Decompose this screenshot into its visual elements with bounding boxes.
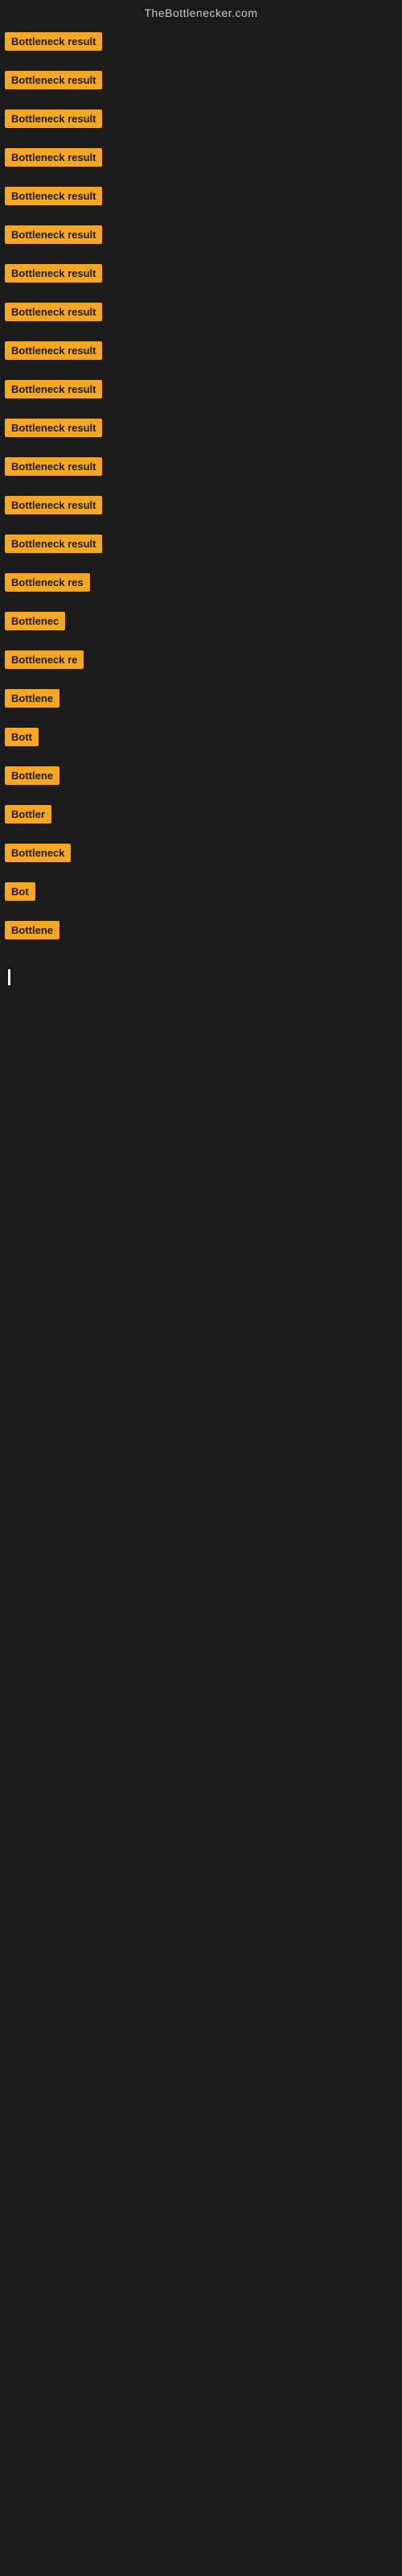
bottleneck-card-3[interactable]: Bottleneck result (5, 109, 102, 128)
bottleneck-card-16[interactable]: Bottlenec (5, 612, 65, 630)
card-row-1: Bottleneck result (0, 23, 402, 60)
bottleneck-card-13[interactable]: Bottleneck result (5, 496, 102, 514)
card-row-8: Bottleneck result (0, 293, 402, 330)
bottleneck-card-8[interactable]: Bottleneck result (5, 303, 102, 321)
card-row-19: Bott (0, 718, 402, 755)
bottleneck-card-18[interactable]: Bottlene (5, 689, 59, 708)
card-row-17: Bottleneck re (0, 641, 402, 678)
card-row-23: Bot (0, 873, 402, 910)
card-row-11: Bottleneck result (0, 409, 402, 446)
bottleneck-card-24[interactable]: Bottlene (5, 921, 59, 939)
bottleneck-card-7[interactable]: Bottleneck result (5, 264, 102, 283)
card-row-10: Bottleneck result (0, 370, 402, 407)
cards-container: Bottleneck result Bottleneck result Bottle… (0, 23, 402, 948)
card-row-3: Bottleneck result (0, 100, 402, 137)
site-title: TheBottlenecker.com (0, 0, 402, 23)
card-row-18: Bottlene (0, 679, 402, 716)
card-row-22: Bottleneck (0, 834, 402, 871)
bottleneck-card-5[interactable]: Bottleneck result (5, 187, 102, 205)
bottleneck-card-2[interactable]: Bottleneck result (5, 71, 102, 89)
bottleneck-card-20[interactable]: Bottlene (5, 766, 59, 785)
bottleneck-card-21[interactable]: Bottler (5, 805, 51, 824)
bottleneck-card-23[interactable]: Bot (5, 882, 35, 901)
bottleneck-card-9[interactable]: Bottleneck result (5, 341, 102, 360)
card-row-5: Bottleneck result (0, 177, 402, 214)
bottleneck-card-11[interactable]: Bottleneck result (5, 419, 102, 437)
card-row-16: Bottlenec (0, 602, 402, 639)
bottleneck-card-15[interactable]: Bottleneck res (5, 573, 90, 592)
cursor-indicator (8, 969, 10, 985)
bottleneck-card-4[interactable]: Bottleneck result (5, 148, 102, 167)
bottleneck-card-12[interactable]: Bottleneck result (5, 457, 102, 476)
bottleneck-card-19[interactable]: Bott (5, 728, 39, 746)
card-row-14: Bottleneck result (0, 525, 402, 562)
card-row-24: Bottlene (0, 911, 402, 948)
bottleneck-card-6[interactable]: Bottleneck result (5, 225, 102, 244)
card-row-13: Bottleneck result (0, 486, 402, 523)
card-row-12: Bottleneck result (0, 448, 402, 485)
bottleneck-card-17[interactable]: Bottleneck re (5, 650, 84, 669)
card-row-7: Bottleneck result (0, 254, 402, 291)
card-row-20: Bottlene (0, 757, 402, 794)
bottleneck-card-1[interactable]: Bottleneck result (5, 32, 102, 51)
card-row-21: Bottler (0, 795, 402, 832)
card-row-4: Bottleneck result (0, 138, 402, 175)
card-row-15: Bottleneck res (0, 564, 402, 601)
card-row-9: Bottleneck result (0, 332, 402, 369)
card-row-2: Bottleneck result (0, 61, 402, 98)
bottleneck-card-22[interactable]: Bottleneck (5, 844, 71, 862)
bottleneck-card-14[interactable]: Bottleneck result (5, 535, 102, 553)
card-row-6: Bottleneck result (0, 216, 402, 253)
bottleneck-card-10[interactable]: Bottleneck result (5, 380, 102, 398)
